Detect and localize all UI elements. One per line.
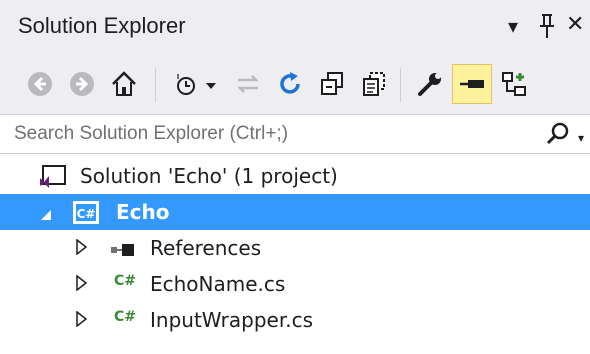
tree-item-label: References [150, 236, 262, 260]
collapse-arrow-icon[interactable] [40, 206, 52, 225]
solution-explorer-panel: Solution Explorer ▾ ✕ Search Solution Ex… [0, 0, 590, 354]
window-controls: ▾ ✕ [500, 10, 590, 46]
tree-row-references[interactable]: References [0, 230, 590, 266]
pending-changes-filter-icon [177, 74, 216, 95]
forward-button[interactable] [62, 64, 102, 104]
tree-item-label: EchoName.cs [150, 272, 286, 296]
tree-row-file[interactable]: C# EchoName.cs [0, 266, 590, 302]
properties-icon [418, 73, 441, 96]
toolbar [0, 56, 590, 115]
references-icon [110, 242, 138, 261]
preview-selected-items-button[interactable] [452, 64, 492, 104]
panel-title: Solution Explorer [18, 13, 186, 38]
pending-changes-filter-button[interactable] [168, 64, 226, 104]
csharp-file-icon: C# [114, 309, 137, 325]
search-options-dropdown-icon[interactable]: ▾ [578, 131, 584, 145]
tree-row-solution[interactable]: Solution 'Echo' (1 project) [0, 158, 590, 194]
forward-icon [70, 72, 94, 96]
search-bar: ▾ [0, 115, 590, 154]
show-all-files-button[interactable] [354, 64, 394, 104]
csharp-file-icon: C# [114, 273, 137, 289]
solution-tree: Solution 'Echo' (1 project) C# Echo Refe… [0, 154, 590, 354]
collapse-all-icon [321, 72, 343, 95]
back-button[interactable] [20, 64, 60, 104]
properties-button[interactable] [410, 64, 450, 104]
project-label: Echo [116, 200, 170, 224]
solution-label: Solution 'Echo' (1 project) [80, 164, 338, 188]
expand-arrow-icon[interactable] [76, 238, 88, 259]
home-icon [112, 71, 136, 96]
tree-row-file[interactable]: C# InputWrapper.cs [0, 302, 590, 338]
show-all-files-icon [363, 72, 385, 96]
sync-with-active-document-icon [236, 75, 260, 93]
refresh-icon [280, 72, 300, 94]
home-button[interactable] [104, 64, 144, 104]
csharp-project-icon: C# [72, 200, 100, 230]
expand-arrow-icon[interactable] [76, 274, 88, 295]
toolbar-separator [155, 68, 156, 102]
title-bar: Solution Explorer ▾ ✕ [0, 0, 590, 56]
collapse-all-button[interactable] [312, 64, 352, 104]
sync-with-active-document-button[interactable] [228, 64, 268, 104]
preview-selected-items-icon [460, 80, 484, 88]
tree-item-label: InputWrapper.cs [150, 308, 313, 332]
pin-icon[interactable] [536, 12, 558, 46]
search-input[interactable] [14, 115, 534, 153]
expand-arrow-icon[interactable] [76, 310, 88, 331]
refresh-button[interactable] [270, 64, 310, 104]
close-icon[interactable]: ✕ [566, 12, 584, 37]
svg-text:C#: C# [77, 207, 96, 221]
view-class-diagram-button[interactable] [494, 64, 534, 104]
window-position-dropdown-icon[interactable]: ▾ [508, 14, 518, 38]
view-class-diagram-icon [502, 72, 526, 96]
back-icon [28, 72, 52, 96]
toolbar-separator [400, 68, 401, 102]
tree-row-project[interactable]: C# Echo [0, 194, 590, 230]
search-icon[interactable] [545, 121, 571, 151]
visual-studio-solution-icon [38, 164, 68, 194]
